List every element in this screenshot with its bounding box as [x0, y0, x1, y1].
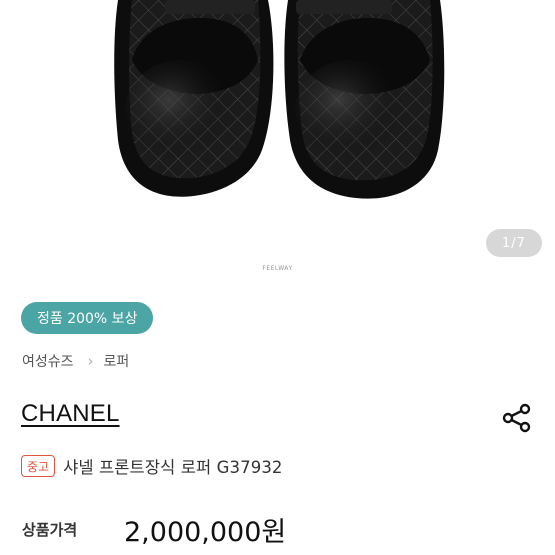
image-watermark: FEELWAY	[262, 265, 293, 272]
condition-badge: 중고	[21, 455, 56, 477]
breadcrumb-item-loafers[interactable]: 로퍼	[104, 351, 130, 371]
product-price: 2,000,000원	[124, 517, 287, 548]
product-title-row: 중고 샤넬 프론트장식 로퍼 G37932	[21, 454, 283, 478]
image-page-indicator: 1/7	[486, 229, 542, 257]
price-label: 상품가격	[22, 521, 78, 539]
brand-link[interactable]: CHANEL	[21, 400, 120, 428]
product-title: 샤넬 프론트장식 로퍼 G37932	[63, 458, 283, 477]
authenticity-guarantee-badge[interactable]: 정품 200% 보상	[21, 302, 154, 334]
loafer-shoes-photo	[114, 0, 445, 199]
chevron-right-icon: ›	[87, 352, 94, 370]
product-image-gallery[interactable]: FEELWAY 1/7	[0, 0, 555, 290]
breadcrumb-item-womens-shoes[interactable]: 여성슈즈	[22, 351, 74, 371]
share-icon[interactable]	[500, 403, 534, 433]
breadcrumb: 여성슈즈 › 로퍼	[22, 351, 129, 371]
